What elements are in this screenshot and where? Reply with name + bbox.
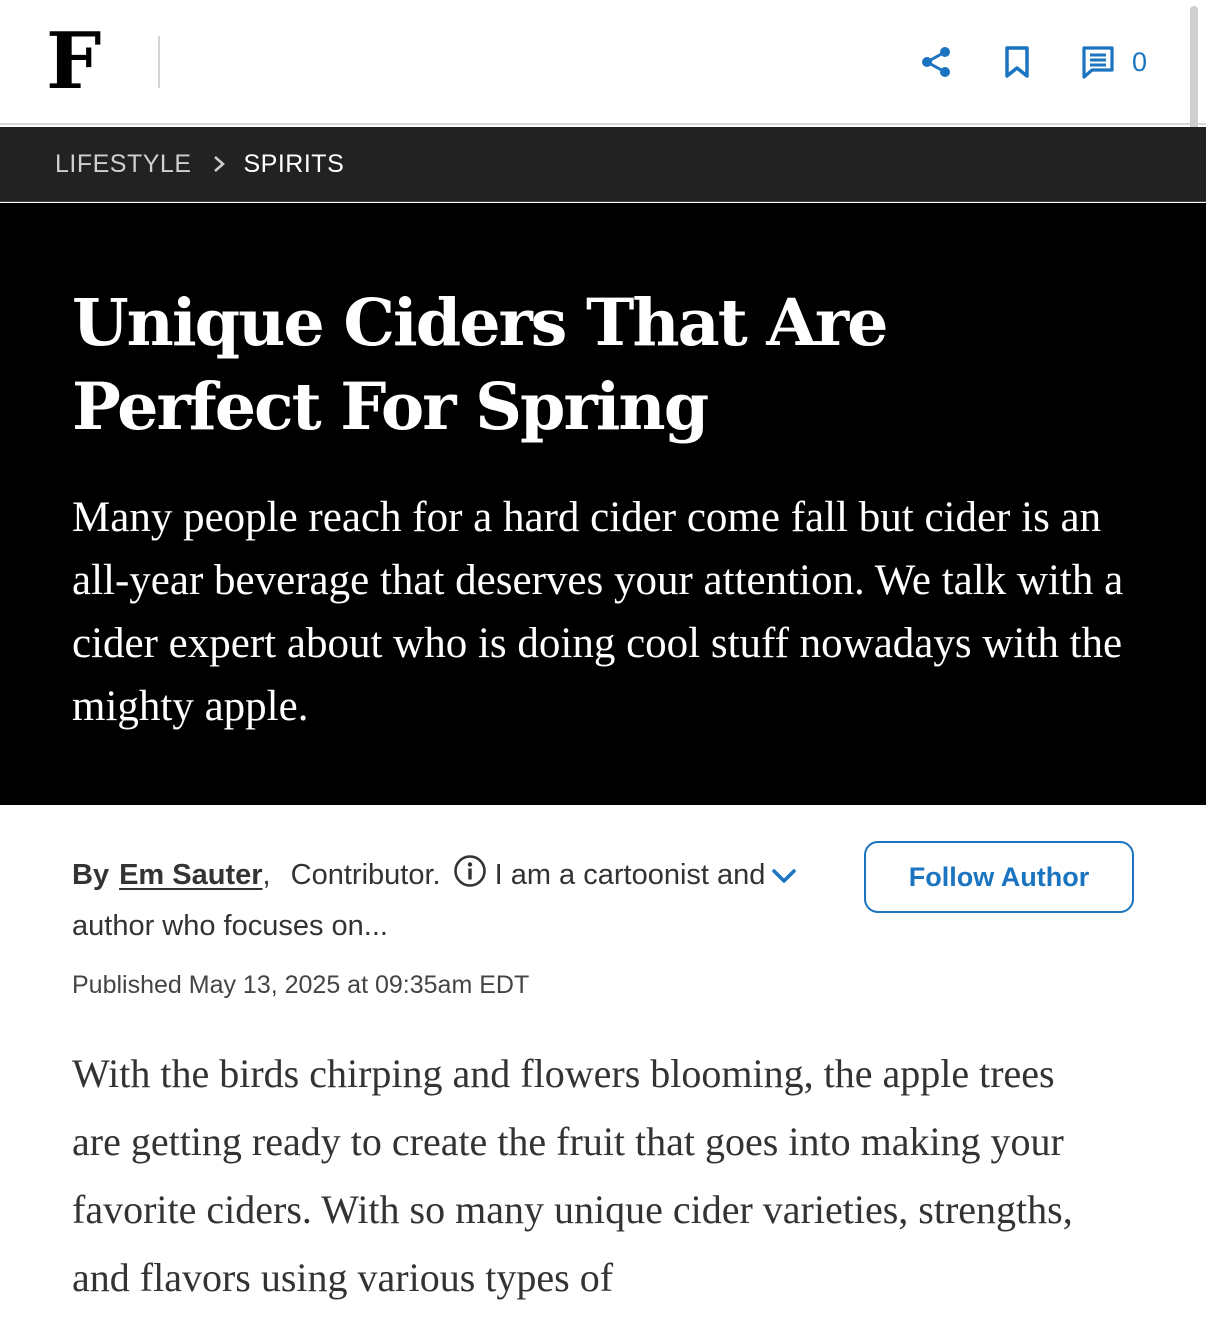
follow-author-button[interactable]: Follow Author	[864, 841, 1134, 913]
chevron-down-icon	[772, 869, 796, 883]
article-hero: Unique Ciders That Are Perfect For Sprin…	[0, 203, 1206, 805]
published-date: Published May 13, 2025 at 09:35am EDT	[72, 971, 530, 999]
author-byline: By Em Sauter, Contributor. I am a cartooni…	[72, 852, 772, 950]
byline-by-label: By	[72, 859, 110, 891]
chevron-right-icon	[212, 154, 226, 174]
top-navigation-bar: F 0	[0, 0, 1206, 125]
comment-count[interactable]: 0	[1132, 46, 1147, 78]
share-icon	[922, 47, 950, 77]
info-icon[interactable]	[453, 854, 487, 903]
author-link[interactable]: Em Sauter	[119, 859, 262, 891]
article-headline: Unique Ciders That Are Perfect For Sprin…	[72, 285, 888, 445]
article-body-paragraph: With the birds chirping and flowers bloo…	[72, 1051, 1073, 1300]
breadcrumb-lifestyle[interactable]: LIFESTYLE	[55, 150, 192, 179]
expand-bio-button[interactable]	[764, 858, 804, 894]
logo-divider	[158, 36, 160, 88]
share-button[interactable]	[914, 40, 958, 84]
byline-comma: ,	[262, 859, 271, 891]
comments-button[interactable]	[1076, 40, 1120, 84]
bookmark-icon	[1005, 46, 1029, 78]
breadcrumb-spirits[interactable]: SPIRITS	[244, 150, 345, 179]
bookmark-button[interactable]	[995, 40, 1039, 84]
comment-icon	[1082, 46, 1114, 79]
breadcrumb: LIFESTYLE SPIRITS	[0, 127, 1206, 202]
author-role: Contributor.	[290, 859, 441, 891]
site-logo[interactable]: F	[46, 22, 101, 102]
article-dek: Many people reach for a hard cider come …	[72, 494, 1124, 730]
